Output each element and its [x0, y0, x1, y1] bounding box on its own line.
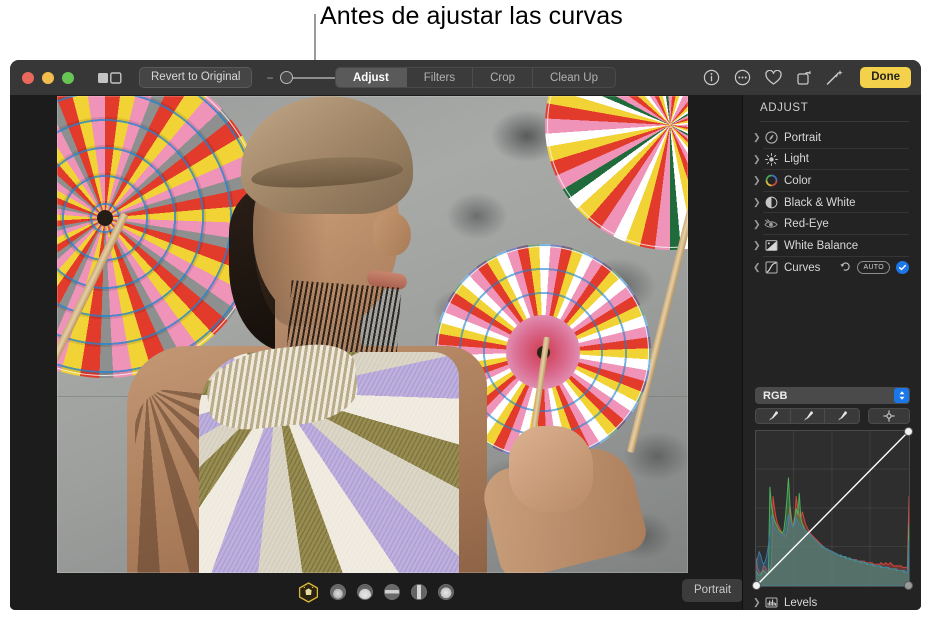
more-options-icon[interactable] — [733, 69, 751, 87]
sidebar-item-light[interactable]: ❯ Light — [743, 149, 909, 171]
sidebar-adjust-list-bottom: ❯ Levels — [743, 592, 921, 610]
filmstrip-thumb-1[interactable] — [330, 584, 346, 600]
curves-auto-button[interactable]: AUTO — [857, 261, 890, 275]
chevron-updown-icon[interactable] — [894, 388, 909, 403]
sidebar-item-label: Black & White — [784, 196, 856, 209]
white-point-eyedropper[interactable] — [825, 409, 859, 423]
editor-mode-tabs[interactable]: Adjust Filters Crop Clean Up — [335, 67, 616, 88]
photo-image — [57, 96, 688, 573]
auto-enhance-wand-icon[interactable] — [826, 69, 844, 87]
editor-content: Portrait ADJUST ❯ Portrait ❯ Light ❯ Col… — [10, 95, 921, 610]
zoom-out-label[interactable]: − — [266, 72, 273, 84]
chevron-down-icon[interactable]: ❮ — [753, 263, 763, 272]
filmstrip-thumb-5[interactable] — [438, 584, 454, 600]
window-titlebar: Revert to Original − + Adjust Filters Cr… — [10, 60, 921, 95]
sidebar-item-label: Red-Eye — [784, 218, 829, 231]
sidebar-item-portrait[interactable]: ❯ Portrait — [743, 127, 909, 149]
sidebar-item-label: Portrait — [784, 131, 822, 144]
info-icon[interactable] — [702, 69, 720, 87]
white-balance-icon — [763, 239, 779, 253]
tab-crop[interactable]: Crop — [473, 68, 534, 87]
done-button[interactable]: Done — [860, 67, 911, 88]
tab-clean-up[interactable]: Clean Up — [533, 68, 615, 87]
close-button[interactable] — [22, 71, 34, 84]
curves-enabled-checkbox[interactable] — [896, 261, 909, 275]
chevron-right-icon[interactable]: ❯ — [753, 198, 763, 207]
zoom-slider-track[interactable] — [279, 70, 342, 85]
screenshot-root: Antes de ajustar las curvas Revert to Or… — [0, 0, 931, 617]
color-wheel-icon — [763, 174, 779, 188]
revert-to-original-button[interactable]: Revert to Original — [139, 67, 253, 88]
curves-channel-select[interactable]: RGB — [755, 387, 910, 404]
chevron-right-icon[interactable]: ❯ — [753, 154, 763, 164]
sidebar-item-color[interactable]: ❯ Color — [743, 170, 909, 192]
minimize-button[interactable] — [42, 71, 54, 84]
curves-histogram[interactable] — [752, 427, 913, 590]
filmstrip-thumb-2[interactable] — [357, 584, 373, 600]
sidebar-heading: ADJUST — [760, 102, 809, 114]
curve-control-point-white[interactable] — [904, 427, 913, 436]
callout-text: Antes de ajustar las curvas — [320, 2, 623, 30]
histogram-plot — [756, 431, 909, 586]
zoom-button[interactable] — [62, 71, 74, 84]
curve-control-point-black[interactable] — [752, 581, 761, 590]
filmstrip-thumb-4[interactable] — [411, 584, 427, 600]
portrait-toggle-button[interactable]: Portrait — [682, 579, 744, 602]
red-eye-icon — [763, 217, 779, 231]
chevron-right-icon[interactable]: ❯ — [753, 219, 763, 229]
histogram-series-blue — [756, 513, 909, 586]
favorite-heart-icon[interactable] — [764, 69, 782, 87]
photo-preview[interactable] — [57, 96, 688, 573]
tab-filters[interactable]: Filters — [407, 68, 474, 87]
curves-picker-row — [755, 408, 910, 424]
sidebar-item-curves[interactable]: ❮ Curves AUTO — [743, 257, 909, 279]
tab-adjust[interactable]: Adjust — [336, 68, 407, 87]
target-crosshair-icon[interactable] — [868, 408, 910, 424]
sidebar-item-levels[interactable]: ❯ Levels — [743, 592, 909, 610]
sidebar-heading-rule — [760, 121, 909, 122]
comparison-filmstrip[interactable] — [10, 574, 742, 610]
adjust-sidebar: ADJUST ❯ Portrait ❯ Light ❯ Color ❯ Blac… — [742, 95, 921, 610]
curve-handle-bottom-right[interactable] — [904, 581, 913, 590]
sidebar-item-white-balance[interactable]: ❯ White Balance — [743, 235, 909, 257]
sidebar-item-red-eye[interactable]: ❯ Red-Eye — [743, 213, 909, 235]
curves-header-controls: AUTO — [840, 259, 909, 277]
sidebar-item-black-and-white[interactable]: ❯ Black & White — [743, 192, 909, 214]
sidebar-adjust-list: ❯ Portrait ❯ Light ❯ Color ❯ Black & Whi… — [743, 127, 921, 279]
black-white-icon — [763, 196, 779, 210]
light-sun-icon — [763, 152, 779, 166]
rotate-icon[interactable] — [795, 69, 813, 87]
levels-icon — [763, 596, 779, 610]
curves-icon — [763, 261, 779, 275]
curves-channel-value: RGB — [763, 389, 788, 402]
chevron-right-icon[interactable]: ❯ — [753, 598, 763, 607]
photos-editor-window: Revert to Original − + Adjust Filters Cr… — [10, 60, 921, 610]
zoom-slider-knob[interactable] — [279, 70, 293, 84]
gray-point-eyedropper[interactable] — [791, 409, 826, 423]
sidebar-item-label: White Balance — [784, 239, 859, 252]
sidebar-item-label: Color — [784, 174, 812, 187]
split-view-icon[interactable] — [98, 71, 122, 84]
undo-arrow-icon[interactable] — [840, 259, 851, 277]
traffic-lights — [22, 71, 74, 84]
filmstrip-thumb-3[interactable] — [384, 584, 400, 600]
checkmark-icon — [898, 264, 907, 271]
chevron-right-icon[interactable]: ❯ — [753, 133, 763, 142]
portrait-icon — [763, 131, 779, 145]
black-point-eyedropper[interactable] — [756, 409, 791, 423]
curves-eyedropper-group[interactable] — [755, 408, 860, 424]
rendered-cube-icon[interactable] — [298, 581, 319, 603]
photo-canvas-area: Portrait — [10, 95, 744, 610]
sidebar-item-label: Curves — [784, 261, 821, 274]
chevron-right-icon[interactable]: ❯ — [753, 176, 763, 185]
photo-frame-border — [57, 96, 688, 573]
titlebar-right-tools: Done — [702, 60, 911, 95]
sidebar-item-label: Levels — [784, 596, 818, 609]
sidebar-item-label: Light — [784, 153, 809, 166]
chevron-right-icon[interactable]: ❯ — [753, 241, 763, 250]
